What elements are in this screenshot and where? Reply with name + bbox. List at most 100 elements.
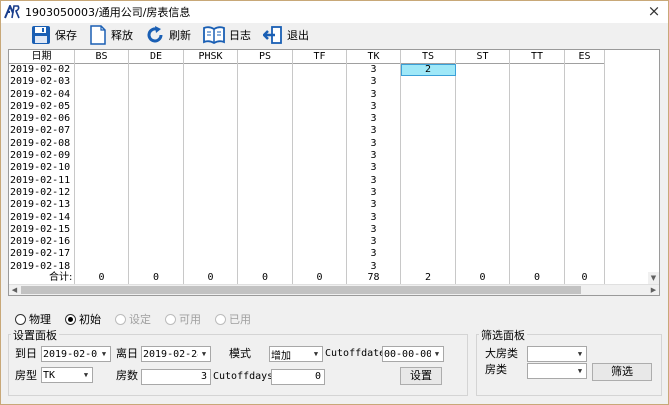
grid-cell[interactable] [401,174,456,187]
grid-cell[interactable] [75,125,129,138]
column-header-tk[interactable]: TK [347,50,401,64]
table-row[interactable]: 2019-02-14 3 [9,211,605,224]
grid-cell[interactable] [129,100,184,114]
grid-cell[interactable] [510,162,565,175]
radio-circle-icon[interactable] [65,313,76,325]
column-header-st[interactable]: ST [456,50,510,64]
grid-cell[interactable]: 3 [347,162,401,175]
column-header-bs[interactable]: BS [75,50,129,64]
column-header-tf[interactable]: TF [293,50,347,64]
grid-cell[interactable] [293,64,347,77]
grid-cell[interactable] [129,88,184,101]
grid-cell[interactable] [456,162,510,175]
grid-cell[interactable] [129,236,184,249]
grid-cell[interactable] [510,88,565,101]
table-row[interactable]: 2019-02-05 3 [9,100,605,114]
grid-cell[interactable] [75,186,129,200]
grid-cell[interactable]: 3 [347,186,401,200]
grid-cell[interactable] [565,64,605,77]
grid-cell[interactable] [75,223,129,237]
grid-cell[interactable] [565,223,605,237]
table-row[interactable]: 2019-02-02 3 2 [9,64,605,77]
grid-cell[interactable] [238,137,293,151]
table-row[interactable]: 2019-02-12 3 [9,186,605,200]
grid-cell[interactable] [510,100,565,114]
grid-cell[interactable] [75,88,129,101]
grid-cell[interactable] [565,88,605,101]
table-row[interactable]: 2019-02-15 3 [9,223,605,237]
grid-cell[interactable] [184,211,238,224]
grid-cell[interactable] [456,100,510,114]
table-row[interactable]: 2019-02-11 3 [9,174,605,187]
grid-cell[interactable] [184,137,238,151]
grid-cell[interactable] [401,211,456,224]
grid-cell[interactable] [456,199,510,212]
grid-cell[interactable] [184,76,238,89]
chevron-down-icon[interactable]: ▼ [574,367,586,375]
grid-cell[interactable] [75,248,129,261]
apply-settings-button[interactable]: 设置 [400,367,442,385]
grid-cell[interactable] [129,248,184,261]
grid-cell[interactable] [293,248,347,261]
grid-cell[interactable] [401,199,456,212]
grid-cell[interactable] [238,174,293,187]
grid-cell[interactable] [456,88,510,101]
grid-cell[interactable] [238,186,293,200]
grid-cell[interactable] [293,88,347,101]
grid-cell[interactable] [184,100,238,114]
grid-cell[interactable] [565,186,605,200]
grid-cell[interactable] [293,150,347,163]
grid-cell[interactable] [238,223,293,237]
grid-cell[interactable] [401,186,456,200]
grid-cell[interactable] [293,236,347,249]
grid-cell[interactable] [184,174,238,187]
grid-cell[interactable] [456,125,510,138]
grid-cell[interactable] [456,248,510,261]
mode-radio-0[interactable]: 物理 [15,311,51,327]
mode-radio-1[interactable]: 初始 [65,311,101,327]
grid-cell[interactable] [75,150,129,163]
grid-cell[interactable] [238,100,293,114]
grid-cell[interactable] [510,76,565,89]
grid-cell[interactable] [456,174,510,187]
chevron-down-icon[interactable]: ▼ [80,371,92,379]
grid-cell[interactable] [565,236,605,249]
grid-cell[interactable] [184,64,238,77]
grid-cell[interactable] [293,162,347,175]
grid-cell[interactable] [129,64,184,77]
grid-cell[interactable] [401,125,456,138]
grid-cell[interactable]: 3 [347,76,401,89]
grid-cell[interactable] [129,199,184,212]
grid-cell[interactable] [401,236,456,249]
exit-button[interactable]: 退出 [263,24,309,46]
grid-cell[interactable]: 3 [347,223,401,237]
grid-cell[interactable] [75,76,129,89]
grid-cell[interactable]: 3 [347,236,401,249]
grid-cell[interactable] [75,174,129,187]
grid-cell[interactable] [75,113,129,126]
column-header-phsk[interactable]: PHSK [184,50,238,64]
grid-cell[interactable] [510,248,565,261]
grid-cell[interactable] [456,113,510,126]
grid-cell[interactable] [510,211,565,224]
grid-cell[interactable] [184,186,238,200]
grid-cell[interactable] [75,100,129,114]
grid-cell[interactable] [184,223,238,237]
grid-cell[interactable] [293,100,347,114]
grid-cell[interactable] [510,236,565,249]
grid-cell[interactable] [510,199,565,212]
grid-cell[interactable] [238,64,293,77]
grid-cell[interactable] [510,64,565,77]
grid-cell[interactable] [184,248,238,261]
grid-cell[interactable] [293,174,347,187]
grid-cell[interactable] [565,211,605,224]
grid-cell[interactable]: 3 [347,199,401,212]
grid-cell[interactable] [238,248,293,261]
grid-cell[interactable]: 3 [347,211,401,224]
grid-cell[interactable] [238,113,293,126]
column-header-tt[interactable]: TT [510,50,565,64]
grid-cell[interactable] [129,186,184,200]
grid-cell[interactable]: 3 [347,88,401,101]
room-type-select[interactable]: TK ▼ [41,367,93,383]
grid-cell[interactable] [565,248,605,261]
